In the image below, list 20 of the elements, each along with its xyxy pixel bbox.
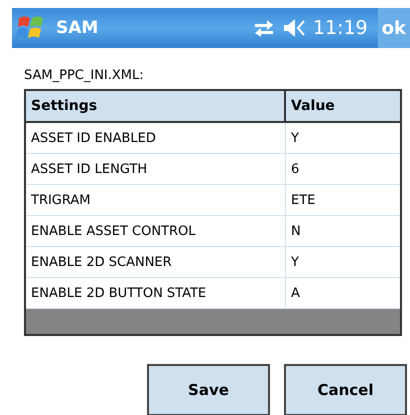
table-cell: ENABLE 2D SCANNER [26, 247, 286, 277]
table-cell-text: ETE [290, 192, 316, 210]
save-button[interactable]: Save [147, 364, 270, 415]
table-cell: ASSET ID ENABLED [26, 123, 286, 153]
table-cell-text: Y [290, 254, 300, 272]
file-label: SAM_PPC_INI.XML: [24, 68, 145, 83]
connection-icon[interactable] [252, 19, 275, 37]
table-cell: ENABLE 2D BUTTON STATE [26, 278, 286, 308]
table-cell: ASSET ID LENGTH [26, 154, 286, 184]
column-header[interactable]: Value [286, 91, 400, 121]
cancel-button[interactable]: Cancel [284, 364, 407, 415]
table-cell: TRIGRAM [26, 185, 286, 215]
column-header[interactable]: Settings [26, 91, 286, 121]
table-cell-text: N [290, 222, 302, 240]
speaker-muted-icon[interactable] [282, 18, 307, 38]
table-cell-text: 6 [290, 160, 300, 178]
window-title: SAM [56, 18, 100, 38]
table-cell-text: Y [290, 130, 300, 148]
table-cell: ENABLE ASSET CONTROL [26, 216, 286, 246]
table-cell-text: A [290, 284, 301, 302]
